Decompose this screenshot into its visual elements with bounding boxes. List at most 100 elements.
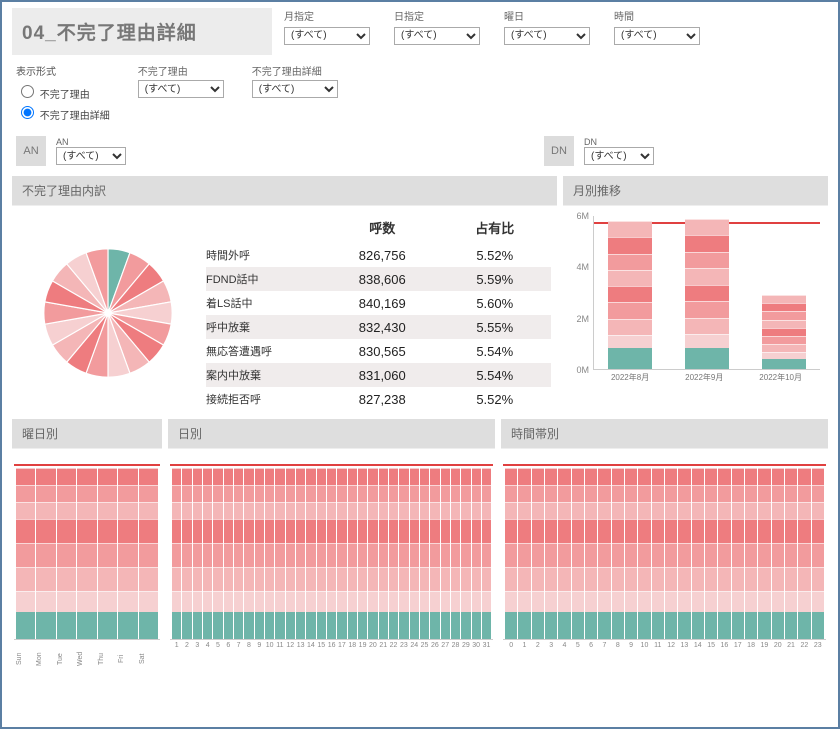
mini-bar[interactable] <box>410 468 419 639</box>
mini-bar[interactable] <box>545 468 557 639</box>
breakdown-row-calls: 838,606 <box>326 272 439 287</box>
mini-bar[interactable] <box>193 468 202 639</box>
mini-bar[interactable] <box>224 468 233 639</box>
display-mode-label: 表示形式 <box>16 67 56 78</box>
breakdown-panel: 不完了理由内訳 呼数 占有比 時間外呼826,7565.52%FDND話中838… <box>12 176 557 415</box>
mini-bar[interactable] <box>745 468 757 639</box>
mini-bar[interactable] <box>518 468 530 639</box>
mini-bar[interactable] <box>399 468 408 639</box>
mini-bar[interactable] <box>772 468 784 639</box>
mini-bar[interactable] <box>692 468 704 639</box>
top-bar: 04_不完了理由詳細 月指定 (すべて) 日指定 (すべて) 曜日 (すべて) … <box>2 2 838 55</box>
mini-bar[interactable] <box>306 468 315 639</box>
breakdown-row[interactable]: 呼中放棄832,4305.55% <box>206 315 551 339</box>
mini-bar[interactable] <box>265 468 274 639</box>
display-mode-opt1[interactable]: 不完了理由 <box>16 82 110 101</box>
mini-bar[interactable] <box>389 468 398 639</box>
mini-bar[interactable] <box>139 468 158 639</box>
dashboard-frame: 04_不完了理由詳細 月指定 (すべて) 日指定 (すべて) 曜日 (すべて) … <box>0 0 840 729</box>
mini-bar[interactable] <box>505 468 517 639</box>
monthly-bar[interactable] <box>685 219 729 369</box>
filter-month-select[interactable]: (すべて) <box>284 27 370 45</box>
dn-select[interactable]: (すべて) <box>584 147 654 165</box>
mini-bar[interactable] <box>255 468 264 639</box>
mini-bar[interactable] <box>758 468 770 639</box>
mini-bar[interactable] <box>317 468 326 639</box>
filter-reason-select[interactable]: (すべて) <box>138 80 224 98</box>
mini-bar[interactable] <box>678 468 690 639</box>
filter-reason-label: 不完了理由 <box>138 63 224 78</box>
monthly-bar[interactable] <box>608 221 652 369</box>
mini-bar[interactable] <box>482 468 491 639</box>
mini-bar[interactable] <box>36 468 55 639</box>
mini-bar[interactable] <box>337 468 346 639</box>
mini-bar[interactable] <box>585 468 597 639</box>
daily-chart[interactable] <box>170 453 493 640</box>
weekday-chart[interactable] <box>14 453 160 640</box>
mini-bar[interactable] <box>244 468 253 639</box>
mini-bar[interactable] <box>368 468 377 639</box>
mini-bar[interactable] <box>612 468 624 639</box>
filter-reason-detail-select[interactable]: (すべて) <box>252 80 338 98</box>
mini-bar[interactable] <box>275 468 284 639</box>
mini-bar[interactable] <box>638 468 650 639</box>
display-mode-opt2[interactable]: 不完了理由詳細 <box>16 103 110 122</box>
mini-bar[interactable] <box>286 468 295 639</box>
breakdown-row[interactable]: FDND話中838,6065.59% <box>206 267 551 291</box>
an-select[interactable]: (すべて) <box>56 147 126 165</box>
breakdown-row[interactable]: 無応答遭遇呼830,5655.54% <box>206 339 551 363</box>
mini-bar[interactable] <box>348 468 357 639</box>
breakdown-row[interactable]: 案内中放棄831,0605.54% <box>206 363 551 387</box>
mini-bar[interactable] <box>172 468 181 639</box>
filter-hour-select[interactable]: (すべて) <box>614 27 700 45</box>
mini-bar[interactable] <box>234 468 243 639</box>
filter-day-select[interactable]: (すべて) <box>394 27 480 45</box>
mini-bar[interactable] <box>718 468 730 639</box>
mini-bar[interactable] <box>430 468 439 639</box>
breakdown-row-calls: 827,238 <box>326 392 439 407</box>
mini-bar[interactable] <box>203 468 212 639</box>
mini-bar[interactable] <box>472 468 481 639</box>
mini-bar[interactable] <box>732 468 744 639</box>
mini-bar[interactable] <box>77 468 96 639</box>
mini-bar[interactable] <box>812 468 824 639</box>
monthly-bar[interactable] <box>762 295 806 369</box>
mini-bar[interactable] <box>420 468 429 639</box>
mini-bar[interactable] <box>451 468 460 639</box>
mini-bar[interactable] <box>798 468 810 639</box>
mini-bar[interactable] <box>57 468 76 639</box>
mini-bar[interactable] <box>327 468 336 639</box>
mini-bar[interactable] <box>16 468 35 639</box>
mini-bar[interactable] <box>98 468 117 639</box>
mini-bar[interactable] <box>558 468 570 639</box>
breakdown-row[interactable]: 接続拒否呼827,2385.52% <box>206 387 551 411</box>
mini-bar[interactable] <box>598 468 610 639</box>
mini-bar[interactable] <box>296 468 305 639</box>
mini-bar[interactable] <box>532 468 544 639</box>
mini-bar[interactable] <box>461 468 470 639</box>
hourly-chart[interactable] <box>503 453 826 640</box>
mini-bar[interactable] <box>625 468 637 639</box>
mini-bar[interactable] <box>213 468 222 639</box>
dn-label: DN <box>584 137 654 147</box>
mini-bar[interactable] <box>652 468 664 639</box>
mini-bar[interactable] <box>705 468 717 639</box>
display-mode-group: 表示形式 不完了理由 不完了理由詳細 <box>16 63 110 122</box>
mini-bar[interactable] <box>379 468 388 639</box>
daily-title: 日別 <box>168 419 495 448</box>
breakdown-row-calls: 832,430 <box>326 320 439 335</box>
filter-weekday-select[interactable]: (すべて) <box>504 27 590 45</box>
mini-bar[interactable] <box>441 468 450 639</box>
mini-bar[interactable] <box>665 468 677 639</box>
mini-bar[interactable] <box>182 468 191 639</box>
mini-bar[interactable] <box>572 468 584 639</box>
mini-bar[interactable] <box>785 468 797 639</box>
breakdown-row[interactable]: 着LS話中840,1695.60% <box>206 291 551 315</box>
breakdown-table: 呼数 占有比 時間外呼826,7565.52%FDND話中838,6065.59… <box>206 214 551 411</box>
monthly-chart[interactable]: 0M2M4M6M 2022年8月2022年9月2022年10月 <box>593 216 820 386</box>
mini-bar[interactable] <box>358 468 367 639</box>
breakdown-pie[interactable] <box>18 214 198 411</box>
hourly-body: 01234567891011121314151617181920212223 <box>501 448 828 676</box>
mini-bar[interactable] <box>118 468 137 639</box>
breakdown-row[interactable]: 時間外呼826,7565.52% <box>206 243 551 267</box>
